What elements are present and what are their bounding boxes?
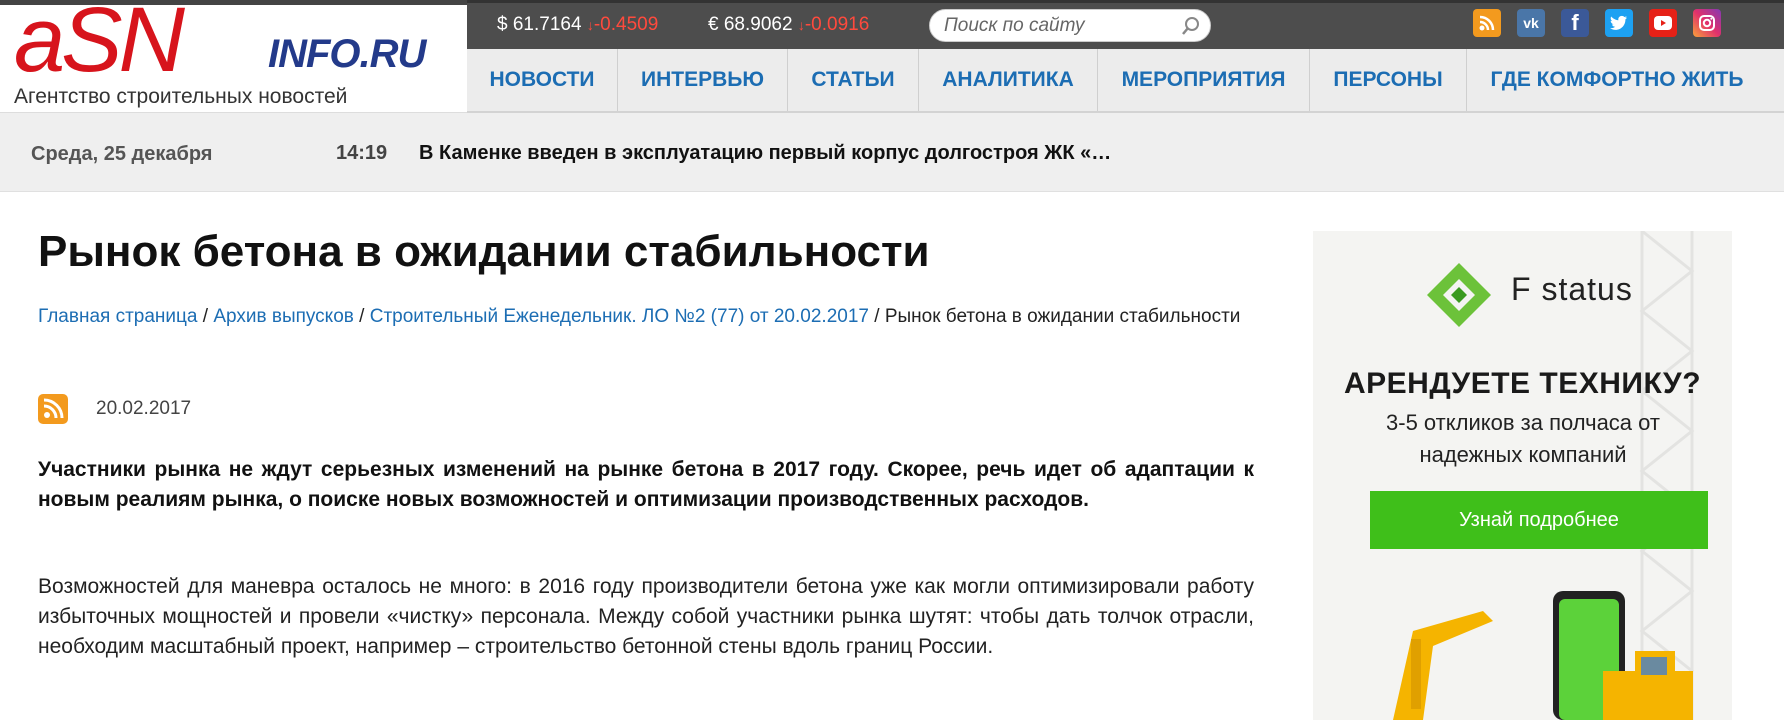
breadcrumb-separator: / bbox=[197, 306, 214, 327]
breadcrumb-separator: / bbox=[353, 306, 370, 327]
nav-item-comfortable-living[interactable]: ГДЕ КОМФОРТНО ЖИТЬ bbox=[1467, 49, 1767, 111]
usd-rate: $ 61.7164 ↓-0.4509 bbox=[497, 14, 658, 36]
eur-rate: € 68.9062 ↓-0.0916 bbox=[708, 14, 869, 36]
nav-item-persons[interactable]: ПЕРСОНЫ bbox=[1310, 49, 1467, 111]
main-nav: НОВОСТИ ИНТЕРВЬЮ СТАТЬИ АНАЛИТИКА МЕРОПР… bbox=[467, 49, 1784, 113]
ad-headline: АРЕНДУЕТЕ ТЕХНИКУ? bbox=[1343, 367, 1702, 400]
logo-suffix-text: INFO.RU bbox=[268, 32, 426, 76]
breadcrumb-current: Рынок бетона в ожидании стабильности bbox=[884, 306, 1241, 327]
nav-item-articles[interactable]: СТАТЬИ bbox=[788, 49, 919, 111]
article-title: Рынок бетона в ожидании стабильности bbox=[38, 227, 930, 276]
breadcrumb-separator: / bbox=[868, 306, 885, 327]
eur-symbol: € bbox=[708, 14, 719, 35]
top-bar-line bbox=[467, 0, 1784, 3]
youtube-icon[interactable] bbox=[1649, 9, 1677, 37]
usd-change: -0.4509 bbox=[593, 14, 659, 35]
breadcrumb: Главная страница / Архив выпусков / Стро… bbox=[38, 304, 1258, 330]
logo-tagline: Агентство строительных новостей bbox=[14, 85, 348, 108]
usd-down-arrow-icon: ↓ bbox=[586, 17, 594, 33]
rss-icon[interactable] bbox=[1473, 9, 1501, 37]
ticker-headline-link[interactable]: В Каменке введен в эксплуатацию первый к… bbox=[419, 142, 1111, 165]
search-icon[interactable] bbox=[1180, 16, 1200, 36]
article-date: 20.02.2017 bbox=[96, 398, 192, 419]
facebook-icon[interactable]: f bbox=[1561, 9, 1589, 37]
search-box bbox=[929, 9, 1211, 42]
site-header: aSN INFO.RU Агентство строительных новос… bbox=[0, 0, 1784, 113]
site-logo[interactable]: aSN INFO.RU Агентство строительных новос… bbox=[0, 0, 467, 113]
article-paragraph: Возможностей для маневра осталось не мно… bbox=[38, 575, 1254, 658]
twitter-icon[interactable] bbox=[1605, 9, 1633, 37]
breadcrumb-archive-link[interactable]: Архив выпусков bbox=[213, 306, 354, 327]
article-lead: Участники рынка не ждут серьезных измене… bbox=[38, 458, 1254, 511]
ad-brand-name: F status bbox=[1511, 271, 1633, 307]
current-date: Среда, 25 декабря bbox=[31, 143, 213, 165]
nav-item-analytics[interactable]: АНАЛИТИКА bbox=[919, 49, 1098, 111]
breadcrumb-home-link[interactable]: Главная страница bbox=[38, 306, 198, 327]
search-input[interactable] bbox=[930, 10, 1170, 41]
usd-value: 61.7164 bbox=[512, 14, 582, 35]
top-bar: $ 61.7164 ↓-0.4509 € 68.9062 ↓-0.0916 vk… bbox=[467, 0, 1784, 49]
eur-value: 68.9062 bbox=[723, 14, 793, 35]
ad-subtitle: 3-5 откликов за полчаса от надежных комп… bbox=[1386, 410, 1660, 467]
breadcrumb-issue-link[interactable]: Строительный Еженедельник. ЛО №2 (77) от… bbox=[370, 306, 869, 327]
eur-down-arrow-icon: ↓ bbox=[797, 17, 805, 33]
ticker-time: 14:19 bbox=[336, 142, 388, 164]
ad-banner[interactable]: F status АРЕНДУЕТЕ ТЕХНИКУ? 3-5 откликов… bbox=[1313, 231, 1732, 720]
usd-symbol: $ bbox=[497, 14, 508, 35]
nav-item-news[interactable]: НОВОСТИ bbox=[467, 49, 618, 111]
article-rss-icon[interactable] bbox=[38, 394, 68, 424]
instagram-icon[interactable] bbox=[1693, 9, 1721, 37]
ad-cta-button[interactable]: Узнай подробнее bbox=[1370, 491, 1708, 549]
fstatus-logo-icon bbox=[1427, 263, 1491, 327]
eur-change: -0.0916 bbox=[804, 14, 870, 35]
logo-main-text: aSN bbox=[14, 0, 185, 91]
excavator-phone-illustration bbox=[1393, 591, 1693, 720]
nav-item-interviews[interactable]: ИНТЕРВЬЮ bbox=[618, 49, 788, 111]
nav-item-events[interactable]: МЕРОПРИЯТИЯ bbox=[1098, 49, 1310, 111]
news-ticker: Среда, 25 декабря 14:19 В Каменке введен… bbox=[0, 113, 1784, 192]
vk-icon[interactable]: vk bbox=[1517, 9, 1545, 37]
